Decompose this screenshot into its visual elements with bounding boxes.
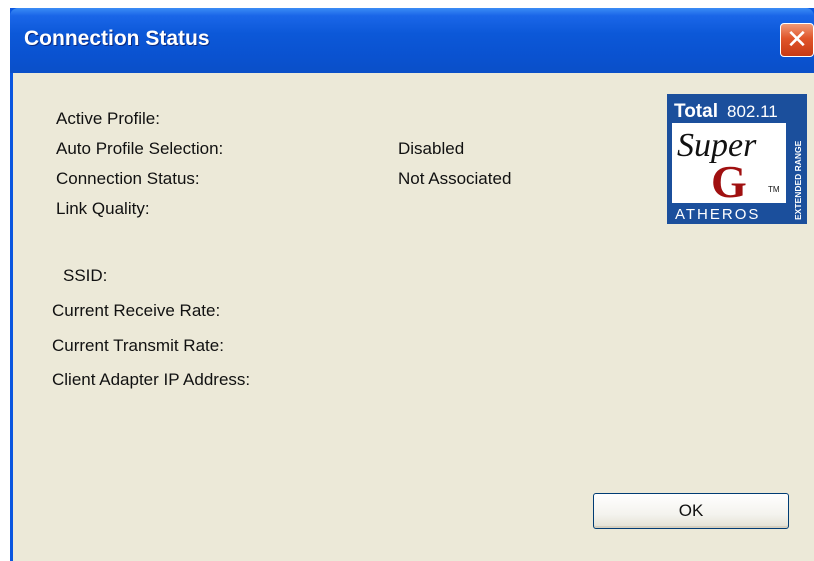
atheros-super-g-logo: Total 802.11 Super G TM ATHEROS EXTENDED… [667, 94, 807, 224]
logo-tm-text: TM [768, 185, 780, 194]
logo-brand-text: ATHEROS [675, 206, 760, 223]
link-quality-label: Link Quality: [56, 199, 150, 218]
connection-status-window: Connection Status ✕ Active Profile: Auto… [10, 8, 814, 561]
current-receive-rate-label: Current Receive Rate: [52, 301, 221, 320]
ssid-label: SSID: [63, 266, 108, 285]
connection-status-value: Not Associated [398, 169, 512, 188]
active-profile-label: Active Profile: [56, 109, 160, 128]
client-adapter-ip-label: Client Adapter IP Address: [52, 370, 251, 389]
auto-profile-selection-label: Auto Profile Selection: [56, 139, 224, 158]
logo-total-text: Total [674, 101, 718, 122]
title-bar[interactable]: Connection Status ✕ [10, 8, 814, 73]
connection-status-label: Connection Status: [56, 169, 200, 188]
window-title: Connection Status [24, 27, 210, 50]
close-button[interactable]: ✕ [780, 23, 814, 57]
ok-button[interactable]: OK [593, 493, 789, 529]
logo-g-text: G [711, 156, 747, 207]
auto-profile-selection-value: Disabled [398, 139, 465, 158]
current-transmit-rate-label: Current Transmit Rate: [52, 336, 224, 355]
dialog-body: Active Profile: Auto Profile Selection: … [13, 73, 814, 561]
logo-side-text: EXTENDED RANGE [793, 140, 803, 220]
logo-standard-text: 802.11 [727, 102, 778, 121]
close-icon: ✕ [786, 24, 808, 54]
